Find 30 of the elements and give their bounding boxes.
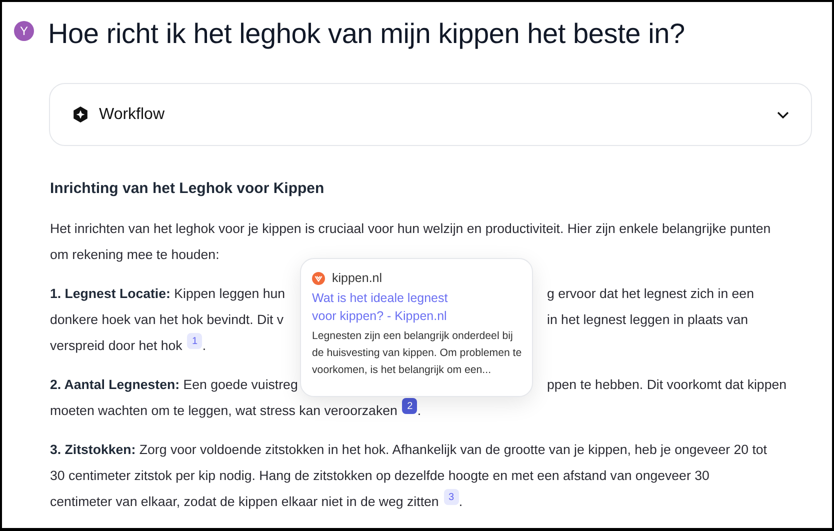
text-line: 2. Aantal Legnesten: Een goede vuistreg <box>50 376 298 392</box>
source-site: kippen.nl <box>332 271 382 285</box>
text-line: Het inrichten van het leghok voor je kippen is cruciaal voor hun welzijn en productiviteit. Hier zijn enkele belangrijke punten <box>50 220 771 236</box>
workflow-label: Workflow <box>99 106 166 124</box>
text-line: . <box>458 494 463 508</box>
source-snippet: Legnesten zijn een belangrijk onderdeel bij de huisvesting van kippen. Om problemen te voorkomen, is het belangrijk om een... <box>312 329 523 378</box>
text-line: verspreid door het hok <box>50 338 182 352</box>
text-line: . <box>202 338 206 352</box>
text-line: moeten wachten om te leggen, wat stress kan veroorzaken <box>50 402 398 418</box>
chevron-icon[interactable] <box>777 110 789 118</box>
source-link[interactable]: Wat is het ideale legnest voor kippen? - Kippen.nl <box>312 289 448 325</box>
text-line: donkere hoek van het hok bevindt. Dit v <box>50 312 284 326</box>
text-line: g ervoor dat het legnest zich in een <box>547 286 754 300</box>
citation-marker[interactable]: 1 <box>187 333 202 349</box>
text-line: 1. Legnest Locatie: Kippen leggen hun <box>50 286 286 300</box>
site-logo-icon <box>312 272 325 284</box>
citation-marker[interactable]: 2 <box>402 398 418 414</box>
text-line: ppen te hebben. Dit voorkomt dat kippen <box>547 376 786 392</box>
text-line: 3. Zitstokken: Zorg voor voldoende zitstokken in het hok. Afhankelijk van de grootte van je kippen, heb je ongeveer 20 tot <box>50 442 767 456</box>
text-line: . <box>417 402 422 418</box>
text-line: om rekening mee te houden: <box>50 246 220 262</box>
workflow-icon <box>72 106 89 123</box>
text-line: centimeter van elkaar, zodat de kippen elkaar niet in de weg zitten <box>50 494 439 508</box>
question-title: Hoe richt ik het leghok van mijn kippen het beste in? <box>48 18 685 50</box>
user-avatar: Y <box>14 21 34 41</box>
workflow-panel[interactable]: Workflow <box>49 83 812 146</box>
citation-marker[interactable]: 3 <box>444 489 459 505</box>
text-line: 30 centimeter zitstok per kip nodig. Hang de zitstokken op dezelfde hoogte en met een afstand van ongeveer 30 <box>50 468 710 482</box>
answer-heading: Inrichting van het Leghok voor Kippen <box>50 180 326 197</box>
text-line: in het legnest leggen in plaats van <box>547 312 748 326</box>
